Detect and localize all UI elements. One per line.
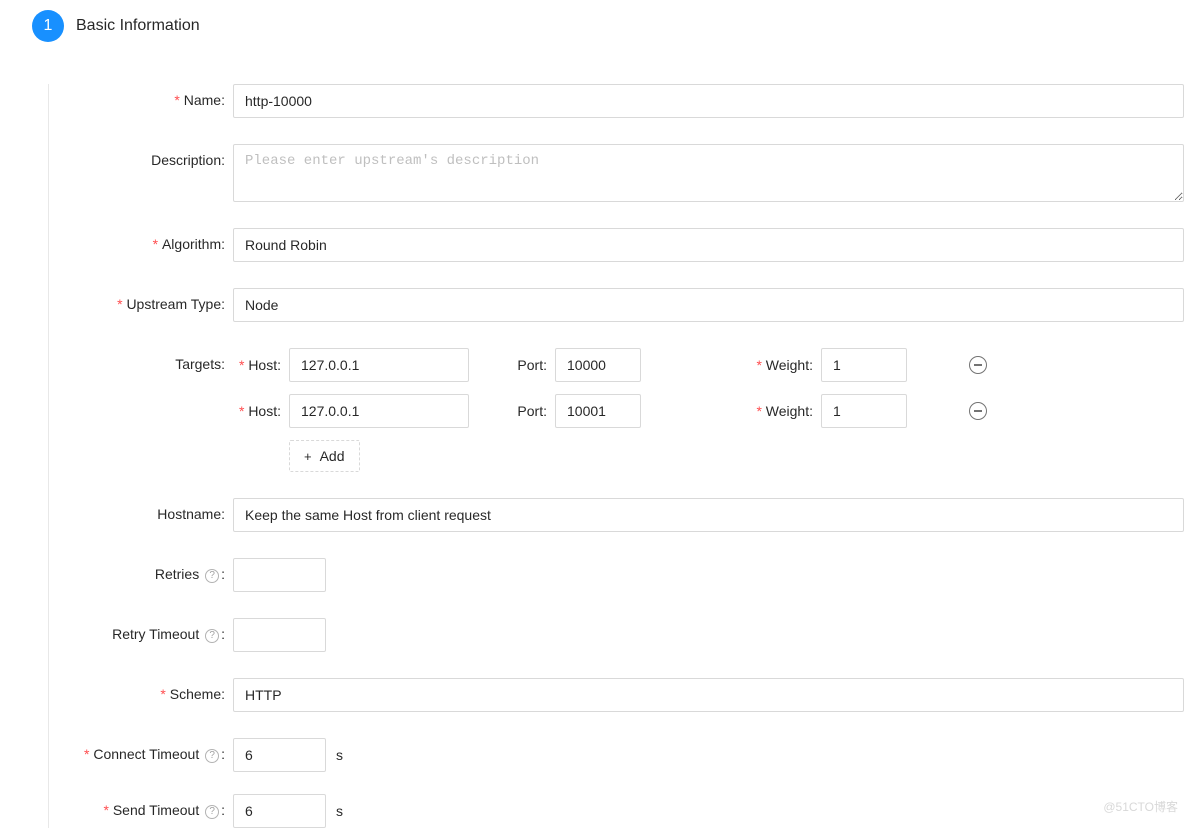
description-label: Description: bbox=[63, 144, 233, 176]
port-label: Port: bbox=[469, 349, 555, 381]
minus-circle-icon[interactable] bbox=[969, 356, 987, 374]
weight-input[interactable] bbox=[821, 394, 907, 428]
port-input[interactable] bbox=[555, 394, 641, 428]
host-input[interactable] bbox=[289, 394, 469, 428]
port-input[interactable] bbox=[555, 348, 641, 382]
name-input[interactable] bbox=[233, 84, 1184, 118]
question-circle-icon[interactable]: ? bbox=[205, 805, 219, 819]
description-textarea[interactable] bbox=[233, 144, 1184, 202]
upstream-type-label: Upstream Type: bbox=[63, 288, 233, 320]
hostname-select[interactable]: Keep the same Host from client request bbox=[233, 498, 1184, 532]
target-row: Host: Port: Weight: bbox=[233, 348, 1184, 382]
unit-seconds: s bbox=[336, 803, 343, 819]
scheme-select[interactable]: HTTP bbox=[233, 678, 1184, 712]
targets-label: Targets: bbox=[63, 348, 233, 380]
question-circle-icon[interactable]: ? bbox=[205, 749, 219, 763]
connect-timeout-input[interactable] bbox=[233, 738, 326, 772]
hostname-label: Hostname: bbox=[63, 498, 233, 530]
question-circle-icon[interactable]: ? bbox=[205, 569, 219, 583]
retries-input[interactable] bbox=[233, 558, 326, 592]
algorithm-label: Algorithm: bbox=[63, 228, 233, 260]
question-circle-icon[interactable]: ? bbox=[205, 629, 219, 643]
retry-timeout-label: Retry Timeout ?: bbox=[63, 618, 233, 650]
minus-circle-icon[interactable] bbox=[969, 402, 987, 420]
algorithm-select[interactable]: Round Robin bbox=[233, 228, 1184, 262]
send-timeout-input[interactable] bbox=[233, 794, 326, 828]
connect-timeout-label: Connect Timeout ?: bbox=[63, 738, 233, 770]
retry-timeout-input[interactable] bbox=[233, 618, 326, 652]
unit-seconds: s bbox=[336, 747, 343, 763]
weight-label: Weight: bbox=[641, 395, 821, 427]
name-label: Name: bbox=[63, 84, 233, 116]
step-header: 1 Basic Information bbox=[32, 10, 1184, 42]
weight-label: Weight: bbox=[641, 349, 821, 381]
scheme-label: Scheme: bbox=[63, 678, 233, 710]
target-row: Host: Port: Weight: bbox=[233, 394, 1184, 428]
upstream-type-select[interactable]: Node bbox=[233, 288, 1184, 322]
add-target-button[interactable]: + Add bbox=[289, 440, 360, 472]
retries-label: Retries ?: bbox=[63, 558, 233, 590]
plus-icon: + bbox=[304, 450, 312, 463]
host-label: Host: bbox=[233, 349, 289, 381]
step-number-badge: 1 bbox=[32, 10, 64, 42]
section-title: Basic Information bbox=[76, 17, 200, 35]
host-input[interactable] bbox=[289, 348, 469, 382]
send-timeout-label: Send Timeout ?: bbox=[63, 794, 233, 826]
host-label: Host: bbox=[233, 395, 289, 427]
port-label: Port: bbox=[469, 395, 555, 427]
watermark: @51CTO博客 bbox=[1103, 798, 1178, 815]
weight-input[interactable] bbox=[821, 348, 907, 382]
